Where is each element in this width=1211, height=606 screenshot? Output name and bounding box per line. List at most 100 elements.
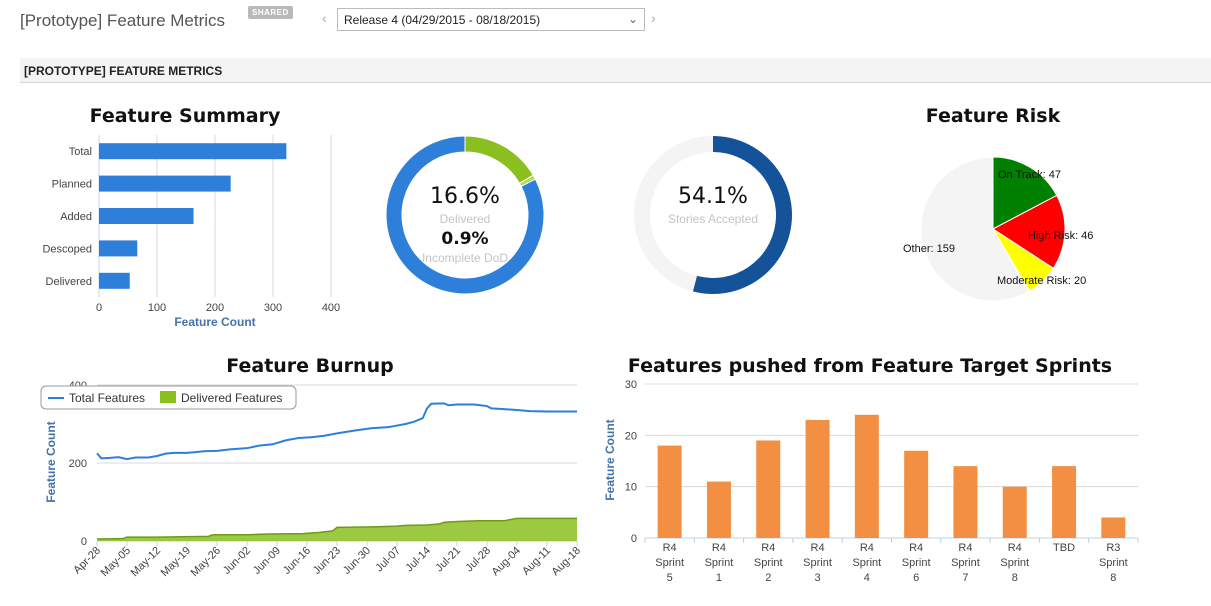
- pushed-bar: [1002, 486, 1027, 538]
- burnup-y-tick-label: 0: [81, 536, 87, 548]
- summary-category-label: Descoped: [42, 243, 92, 255]
- legend-delivered-swatch: [160, 391, 176, 403]
- feature-summary-chart: 0 100 200 300 400 Total Planned Added Descoped De…: [42, 135, 340, 314]
- delivered-donut-slice: [464, 135, 534, 184]
- burnup-x-tick-label: Jul-21: [433, 545, 463, 575]
- burnup-x-tick-label: Jul-14: [403, 545, 433, 575]
- summary-category-label: Planned: [52, 179, 92, 191]
- pushed-category-label: R4 Sprint 4: [852, 542, 881, 584]
- pushed-category-label-line: 8: [1012, 572, 1018, 584]
- pushed-category-label: R4 Sprint 3: [803, 542, 832, 584]
- incomplete-dod-percent: 0.9%: [441, 229, 488, 249]
- burnup-x-tick-label: Jun-09: [251, 545, 283, 577]
- delivered-percent: 16.6%: [430, 184, 500, 209]
- pushed-category-label-line: Sprint: [655, 557, 684, 569]
- summary-bar: [99, 175, 231, 192]
- total-features-line: [96, 402, 577, 461]
- pushed-category-label-line: R4: [1008, 542, 1022, 554]
- summary-x-tick-label: 100: [148, 302, 166, 314]
- pushed-category-label-line: R4: [663, 542, 677, 554]
- pushed-bar: [805, 419, 830, 538]
- pushed-category-label-line: Sprint: [754, 557, 783, 569]
- features-pushed-chart: 0 10 20 30 R4 Sprint 5 R4 Sprint 1 R4 Sprint 2 R4 Spri…: [625, 379, 1139, 584]
- pushed-category-label-line: Sprint: [902, 557, 931, 569]
- pushed-category-label-line: 8: [1110, 572, 1116, 584]
- summary-category-label: Total: [69, 146, 92, 158]
- pushed-category-label-line: 4: [864, 572, 870, 584]
- summary-bar: [99, 240, 138, 257]
- pushed-category-label: R4 Sprint 2: [754, 542, 783, 584]
- pushed-y-tick-label: 0: [631, 533, 637, 545]
- risk-pie-label: On Track: 47: [998, 169, 1061, 181]
- burnup-x-tick-label: Aug-18: [550, 545, 584, 579]
- legend-total-label[interactable]: Total Features: [69, 391, 145, 405]
- burnup-x-tick-label: Aug-11: [520, 545, 553, 578]
- burnup-chart-title: Feature Burnup: [226, 355, 393, 377]
- stories-accepted-percent: 54.1%: [678, 184, 748, 209]
- pushed-bar: [756, 440, 781, 538]
- pushed-bar: [706, 481, 731, 538]
- pushed-category-label-line: Sprint: [1000, 557, 1029, 569]
- summary-bar: [99, 208, 194, 224]
- summary-x-tick-label: 300: [264, 302, 282, 314]
- pushed-bar: [904, 450, 929, 538]
- pushed-category-label: R4 Sprint 1: [705, 542, 734, 584]
- summary-chart-title: Feature Summary: [90, 105, 281, 127]
- feature-risk-chart: On Track: 47 High Risk: 46 Moderate Risk: …: [903, 156, 1093, 302]
- pushed-category-label-line: R4: [909, 542, 923, 554]
- pushed-category-label: R4 Sprint 7: [951, 542, 980, 584]
- pushed-category-label: R4 Sprint 8: [1000, 542, 1029, 584]
- risk-pie-label: High Risk: 46: [1028, 230, 1093, 242]
- pushed-category-label-line: Sprint: [1099, 557, 1128, 569]
- pushed-bar: [953, 466, 978, 538]
- legend-delivered-label[interactable]: Delivered Features: [181, 391, 282, 405]
- pushed-bar: [854, 414, 879, 538]
- pushed-category-label-line: Sprint: [852, 557, 881, 569]
- incomplete-dod-label: Incomplete DoD: [422, 251, 508, 265]
- pushed-category-label-line: 2: [765, 572, 771, 584]
- pushed-category-label: R3 Sprint 8: [1099, 542, 1128, 584]
- burnup-x-tick-label: Jul-07: [373, 545, 403, 575]
- pushed-category-label-line: Sprint: [951, 557, 980, 569]
- burnup-x-tick-label: May-19: [159, 545, 193, 579]
- pushed-category-label: TBD: [1053, 542, 1075, 554]
- summary-x-tick-label: 0: [96, 302, 102, 314]
- summary-bar: [99, 143, 287, 160]
- burnup-legend[interactable]: Total Features Delivered Features: [40, 385, 297, 410]
- burnup-y-axis-title: Feature Count: [44, 421, 58, 502]
- pushed-category-label-line: 5: [667, 572, 673, 584]
- summary-category-label: Delivered: [46, 276, 92, 288]
- pushed-y-tick-label: 20: [625, 430, 637, 442]
- pushed-chart-title: Features pushed from Feature Target Spri…: [628, 355, 1112, 377]
- burnup-x-tick-label: May-05: [99, 545, 133, 579]
- pushed-bar: [1101, 517, 1126, 538]
- pushed-category-label-line: Sprint: [705, 557, 734, 569]
- delivered-label: Delivered: [440, 212, 491, 226]
- burnup-x-tick-label: Jun-02: [221, 545, 253, 577]
- pushed-category-label: R4 Sprint 6: [902, 542, 931, 584]
- pushed-category-label-line: R4: [860, 542, 874, 554]
- pushed-category-label-line: R4: [712, 542, 726, 554]
- pushed-category-label-line: 1: [716, 572, 722, 584]
- stories-donut-labels: 54.1% Stories Accepted: [668, 184, 758, 226]
- pushed-bar: [657, 445, 682, 538]
- pushed-bar: [1052, 466, 1077, 538]
- pushed-category-label-line: 6: [913, 572, 919, 584]
- charts-canvas: Feature Summary Feature Risk Feature Bur…: [40, 105, 1139, 584]
- pushed-category-label-line: TBD: [1053, 542, 1075, 554]
- delivered-donut-labels: 16.6% Delivered 0.9% Incomplete DoD: [422, 184, 508, 265]
- pushed-category-label-line: R4: [811, 542, 825, 554]
- feature-burnup-chart: 0200400Apr-28May-05May-12May-19May-26Jun…: [69, 380, 583, 579]
- pushed-category-label-line: 3: [814, 572, 820, 584]
- pushed-category-label: R4 Sprint 5: [655, 542, 684, 584]
- burnup-x-tick-label: Jun-16: [281, 545, 313, 577]
- burnup-x-tick-label: Aug-04: [490, 545, 524, 579]
- burnup-x-tick-label: May-12: [129, 545, 163, 579]
- summary-category-label: Added: [60, 211, 92, 223]
- pushed-category-label-line: R4: [958, 542, 972, 554]
- risk-pie-label: Other: 159: [903, 243, 955, 255]
- stories-accepted-label: Stories Accepted: [668, 212, 758, 226]
- summary-x-axis-title: Feature Count: [174, 315, 255, 329]
- burnup-x-tick-label: Jun-23: [311, 545, 343, 577]
- pushed-category-label-line: Sprint: [803, 557, 832, 569]
